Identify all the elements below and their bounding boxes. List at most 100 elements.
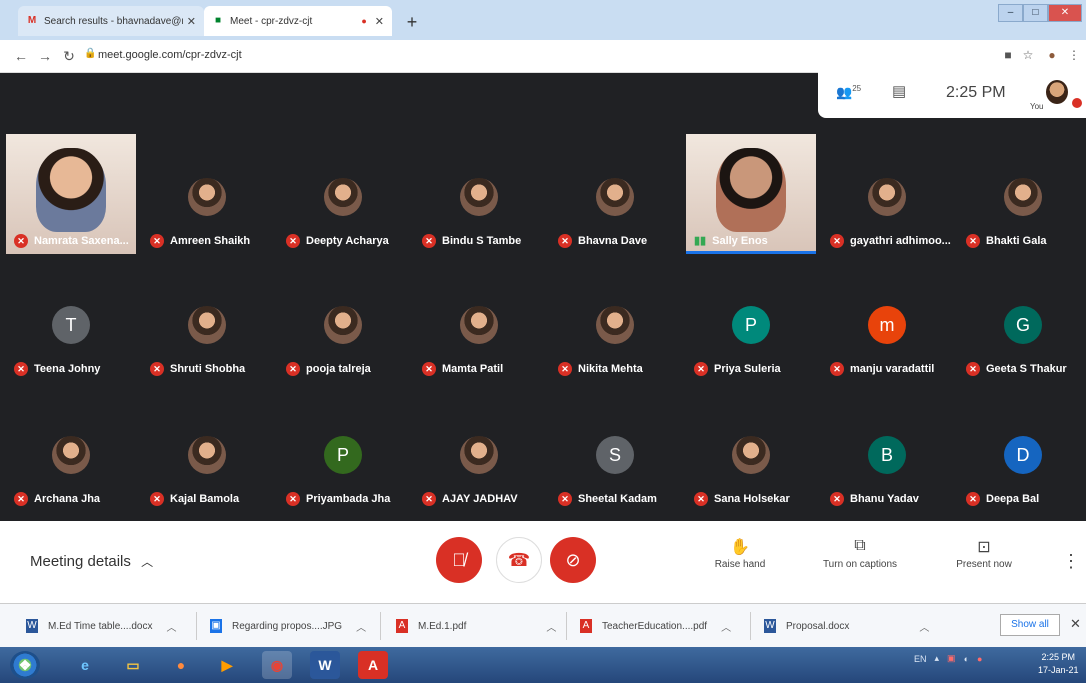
participant-tile[interactable]: ✕ Sana Holsekar — [686, 392, 816, 512]
participant-tile[interactable]: P ✕ Priyambada Jha — [278, 392, 408, 512]
close-icon[interactable]: ✕ — [1070, 616, 1081, 632]
self-view[interactable]: You — [1030, 80, 1082, 114]
chevron-up-icon[interactable]: ︿ — [721, 619, 731, 634]
firefox-icon[interactable]: ● — [166, 651, 196, 679]
profile-avatar-icon[interactable]: ● — [1044, 48, 1060, 62]
word-icon[interactable]: W — [310, 651, 340, 679]
captions-button[interactable]: ⧉ Turn on captions — [810, 537, 910, 570]
participant-name-row: ✕ Archana Jha — [14, 492, 100, 506]
acrobat-icon[interactable]: A — [358, 651, 388, 679]
camera-icon[interactable]: ■ — [1000, 48, 1016, 62]
participant-tile[interactable]: ✕ AJAY JADHAV — [414, 392, 544, 512]
participant-name-row: ✕ Bhavna Dave — [558, 234, 647, 248]
taskbar-clock[interactable]: 2:25 PM 17-Jan-21 — [1038, 651, 1079, 677]
windows-logo-icon: ❖ — [18, 656, 32, 673]
participant-tile[interactable]: ✕ Archana Jha — [6, 392, 136, 512]
participant-name: AJAY JADHAV — [442, 493, 518, 505]
raise-hand-button[interactable]: ✋ Raise hand — [690, 537, 790, 570]
mic-off-icon: 🎙̸ — [452, 549, 466, 570]
close-icon[interactable]: ✕ — [375, 15, 384, 28]
people-button[interactable]: 👥25 — [836, 84, 861, 100]
participant-tile[interactable]: T ✕ Teena Johny — [6, 262, 136, 382]
avatar — [188, 178, 226, 216]
participant-name: Teena Johny — [34, 363, 101, 375]
mic-muted-icon: ✕ — [14, 234, 28, 248]
present-now-button[interactable]: ⊡ Present now — [934, 537, 1034, 570]
participant-tile[interactable]: D ✕ Deepa Bal — [958, 392, 1086, 512]
leave-call-button[interactable]: ☎ — [496, 537, 542, 583]
minimize-button[interactable]: – — [998, 4, 1023, 22]
download-item[interactable]: A M.Ed.1.pdf ︿ — [396, 614, 556, 638]
camera-toggle-button[interactable]: ⊘ — [550, 537, 596, 583]
show-all-button[interactable]: Show all — [1000, 614, 1060, 636]
maximize-button[interactable]: □ — [1022, 4, 1048, 22]
mic-toggle-button[interactable]: 🎙̸ — [436, 537, 482, 583]
participant-tile[interactable]: ✕ Shruti Shobha — [142, 262, 272, 382]
participant-tile[interactable]: ✕ Bindu S Tambe — [414, 134, 544, 254]
chrome-icon[interactable]: ◉ — [262, 651, 292, 679]
participant-tile[interactable]: ▮▮ Sally Enos — [686, 134, 816, 254]
url-field[interactable]: meet.google.com/cpr-zdvz-cjt — [98, 49, 242, 61]
internet-explorer-icon[interactable]: e — [70, 651, 100, 679]
tab-gmail[interactable]: M Search results - bhavnadave@m ✕ — [18, 6, 204, 36]
participant-tile[interactable]: ✕ Bhakti Gala — [958, 134, 1086, 254]
network-icon[interactable]: ▣ — [947, 653, 956, 664]
participant-tile[interactable]: ✕ Amreen Shaikh — [142, 134, 272, 254]
participant-tile[interactable]: B ✕ Bhanu Yadav — [822, 392, 952, 512]
participant-tile[interactable]: P ✕ Priya Suleria — [686, 262, 816, 382]
close-icon[interactable]: ✕ — [187, 15, 196, 28]
chevron-up-icon[interactable]: ︿ — [919, 619, 929, 634]
participant-tile[interactable]: ✕ Deepty Acharya — [278, 134, 408, 254]
new-tab-button[interactable]: + — [402, 12, 422, 32]
participant-tile[interactable]: ✕ Namrata Saxena... — [6, 134, 136, 254]
avatar — [1004, 178, 1042, 216]
start-button[interactable]: ❖ — [10, 651, 40, 679]
participant-tile[interactable]: ✕ Bhavna Dave — [550, 134, 680, 254]
chevron-up-icon[interactable]: ▴ — [935, 653, 940, 664]
download-item[interactable]: W M.Ed Time table....docx ︿ — [26, 614, 177, 638]
chevron-up-icon: ︿ — [141, 555, 154, 569]
chat-icon[interactable]: ▤ — [892, 82, 906, 100]
participant-tile[interactable]: G ✕ Geeta S Thakur — [958, 262, 1086, 382]
participant-name-row: ✕ Geeta S Thakur — [966, 362, 1067, 376]
meet-info-panel: 👥25 ▤ 2:25 PM You — [818, 72, 1086, 118]
mic-muted-icon: ✕ — [150, 234, 164, 248]
captions-label: Turn on captions — [822, 559, 898, 570]
more-options-icon[interactable]: ⋮ — [1062, 551, 1080, 572]
forward-icon[interactable]: → — [36, 48, 54, 64]
participant-tile[interactable]: ✕ Nikita Mehta — [550, 262, 680, 382]
volume-icon[interactable]: ◐ — [964, 654, 969, 664]
download-item[interactable]: W Proposal.docx ︿ — [764, 614, 929, 638]
menu-kebab-icon[interactable]: ⋮ — [1066, 48, 1082, 62]
window-close-button[interactable]: ✕ — [1047, 4, 1082, 22]
download-item[interactable]: ▣ Regarding propos....JPG ︿ — [210, 614, 366, 638]
participant-name: Bhanu Yadav — [850, 493, 919, 505]
download-item[interactable]: A TeacherEducation....pdf ︿ — [580, 614, 731, 638]
mic-muted-icon: ✕ — [694, 492, 708, 506]
mic-muted-icon: ✕ — [830, 362, 844, 376]
avatar: S — [596, 436, 634, 474]
meeting-details-button[interactable]: Meeting details ︿ — [30, 553, 153, 570]
power-icon[interactable]: ● — [977, 654, 982, 664]
download-filename: TeacherEducation....pdf — [602, 620, 708, 632]
participant-name: Nikita Mehta — [578, 363, 643, 375]
participant-tile[interactable]: ✕ pooja talreja — [278, 262, 408, 382]
folder-icon[interactable]: ▭ — [118, 651, 148, 679]
tab-meet[interactable]: ■ Meet - cpr-zdvz-cjt ● ✕ — [204, 6, 392, 36]
chevron-up-icon[interactable]: ︿ — [167, 619, 177, 634]
present-label: Present now — [956, 559, 1012, 570]
media-player-icon[interactable]: ▶ — [212, 651, 242, 679]
star-icon[interactable]: ☆ — [1020, 48, 1036, 62]
divider — [196, 612, 197, 640]
participant-tile[interactable]: ✕ Kajal Bamola — [142, 392, 272, 512]
participant-tile[interactable]: ✕ Mamta Patil — [414, 262, 544, 382]
avatar — [324, 306, 362, 344]
back-icon[interactable]: ← — [12, 48, 30, 64]
participant-tile[interactable]: ✕ gayathri adhimoo... — [822, 134, 952, 254]
participant-tile[interactable]: S ✕ Sheetal Kadam — [550, 392, 680, 512]
language-indicator[interactable]: EN — [914, 654, 927, 664]
chevron-up-icon[interactable]: ︿ — [546, 619, 556, 634]
reload-icon[interactable]: ↻ — [60, 48, 78, 64]
chevron-up-icon[interactable]: ︿ — [356, 619, 366, 634]
participant-tile[interactable]: m ✕ manju varadattil — [822, 262, 952, 382]
